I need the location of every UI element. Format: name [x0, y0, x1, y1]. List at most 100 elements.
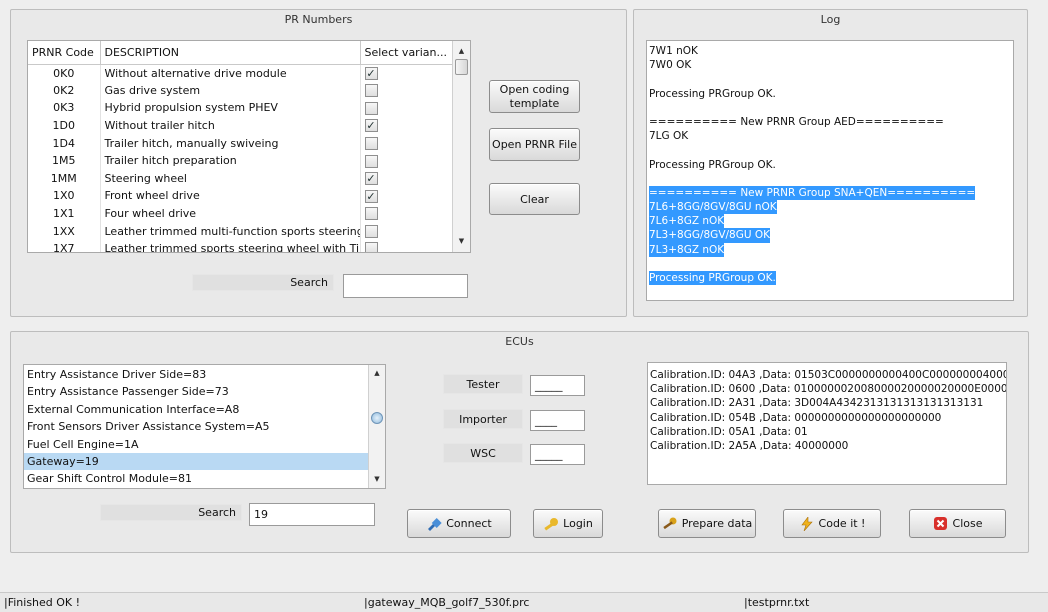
- variant-checkbox[interactable]: [364, 207, 378, 221]
- ecu-list-item[interactable]: External Communication Interface=A8: [24, 401, 369, 418]
- variant-checkbox[interactable]: [364, 242, 378, 252]
- ecus-title: ECUs: [505, 335, 534, 348]
- pr-select-cell: [360, 151, 453, 170]
- pr-table-row[interactable]: 0K3 Hybrid propulsion system PHEV: [28, 99, 453, 117]
- variant-checkbox[interactable]: [364, 154, 378, 168]
- login-button[interactable]: Login: [533, 509, 603, 538]
- connect-label: Connect: [446, 517, 492, 530]
- variant-checkbox[interactable]: [364, 136, 378, 150]
- variant-checkbox[interactable]: ✓: [364, 119, 378, 133]
- pr-table-scrollbar[interactable]: ▲ ▼: [452, 41, 470, 252]
- pr-code-cell: 0K0: [28, 64, 101, 82]
- pr-table-row[interactable]: 1X1 Four wheel drive: [28, 204, 453, 223]
- variant-checkbox[interactable]: [364, 224, 378, 238]
- scroll-thumb[interactable]: [455, 59, 468, 75]
- tester-input[interactable]: _____: [530, 375, 585, 396]
- pr-select-cell: [360, 239, 453, 252]
- ecu-search-input[interactable]: 19: [249, 503, 375, 526]
- log-line: 7L3+8GZ nOK: [647, 242, 1013, 257]
- pr-code-cell: 1X1: [28, 204, 101, 223]
- column-header-description[interactable]: DESCRIPTION: [100, 41, 361, 65]
- log-line: 7L6+8GG/8GV/8GU nOK: [647, 200, 1013, 215]
- code-it-button[interactable]: Code it !: [783, 509, 881, 538]
- pr-table-row[interactable]: 1XX Leather trimmed multi-function sports…: [28, 222, 453, 240]
- importer-input[interactable]: ____: [530, 410, 585, 431]
- calibration-text-area[interactable]: Calibration.ID: 04A3 ,Data: 01503C000000…: [647, 362, 1007, 485]
- prepare-data-button[interactable]: Prepare data: [658, 509, 756, 538]
- pr-code-cell: 1X7: [28, 239, 101, 252]
- pr-select-cell: [360, 134, 453, 152]
- calibration-line: Calibration.ID: 2A31 ,Data: 3D004A434231…: [650, 397, 984, 410]
- pr-description-cell: Trailer hitch, manually swiveing: [100, 134, 361, 152]
- close-label: Close: [952, 517, 983, 530]
- scroll-down-arrow-icon[interactable]: ▼: [453, 237, 470, 245]
- ecu-list-item[interactable]: Entry Assistance Driver Side=83: [24, 366, 369, 383]
- log-line-text: Processing PRGroup OK.: [649, 87, 776, 100]
- pr-table-row[interactable]: 0K2 Gas drive system: [28, 81, 453, 100]
- login-label: Login: [563, 517, 593, 530]
- variant-checkbox[interactable]: [364, 84, 378, 98]
- ecu-list-item[interactable]: Entry Assistance Passenger Side=73: [24, 383, 369, 400]
- ecu-scroll-down-arrow-icon[interactable]: ▼: [369, 475, 385, 483]
- log-line: Processing PRGroup OK.: [647, 271, 1013, 286]
- tester-label-box: Tester: [443, 374, 523, 394]
- pr-table-row[interactable]: 0K0 Without alternative drive module ✓: [28, 64, 453, 82]
- pr-code-cell: 1M5: [28, 151, 101, 170]
- pr-select-cell: [360, 81, 453, 100]
- log-line-text: Processing PRGroup OK.: [649, 158, 776, 171]
- calibration-line: Calibration.ID: 2A5A ,Data: 40000000: [650, 439, 849, 452]
- importer-label-box: Importer: [443, 409, 523, 429]
- pr-table-row[interactable]: 1X7 Leather trimmed sports steering wheel…: [28, 239, 453, 252]
- pr-table-row[interactable]: 1D4 Trailer hitch, manually swiveing: [28, 134, 453, 152]
- pr-code-cell: 1D0: [28, 116, 101, 135]
- variant-checkbox[interactable]: ✓: [364, 66, 378, 80]
- pr-table: PRNR Code DESCRIPTION Select varian... 0…: [27, 40, 471, 253]
- variant-checkbox[interactable]: ✓: [364, 189, 378, 203]
- ecu-list[interactable]: Entry Assistance Driver Side=83 Entry Ass…: [23, 364, 386, 489]
- pr-code-cell: 1MM: [28, 169, 101, 188]
- pr-description-cell: Leather trimmed multi-function sports st…: [100, 222, 361, 240]
- close-button[interactable]: Close: [909, 509, 1006, 538]
- log-line-text: 7W1 nOK: [649, 45, 698, 57]
- variant-checkbox[interactable]: [364, 101, 378, 115]
- ecu-list-item[interactable]: Fuel Cell Engine=1A: [24, 436, 369, 453]
- column-header-select[interactable]: Select varian...: [360, 41, 453, 65]
- pr-table-row[interactable]: 1D0 Without trailer hitch ✓: [28, 116, 453, 135]
- pr-search-input[interactable]: [343, 274, 468, 298]
- clear-button[interactable]: Clear: [489, 183, 580, 215]
- connect-button[interactable]: Connect: [407, 509, 511, 538]
- log-text-area[interactable]: 7W1 nOK 7W0 OK Processing PRGroup OK. =====…: [646, 40, 1014, 301]
- log-line-text: 7W0 OK: [649, 59, 692, 72]
- ecu-list-scrollbar[interactable]: ▲ ▼: [368, 365, 385, 488]
- variant-checkbox[interactable]: ✓: [364, 172, 378, 186]
- ecu-scroll-up-arrow-icon[interactable]: ▲: [369, 369, 385, 377]
- pr-search-label: Search: [290, 276, 328, 289]
- status-file-prc: |gateway_MQB_golf7_530f.prc: [364, 596, 530, 609]
- log-line-text: 7L6+8GZ nOK: [649, 214, 725, 229]
- ecu-scroll-thumb[interactable]: [371, 412, 383, 424]
- prepare-data-label: Prepare data: [681, 517, 753, 530]
- ecu-list-item[interactable]: Front Sensors Driver Assistance System=A…: [24, 418, 369, 435]
- open-coding-template-button[interactable]: Open coding template: [489, 80, 580, 113]
- code-it-label: Code it !: [818, 517, 866, 530]
- ecu-list-item[interactable]: Gear Shift Control Module=81: [24, 470, 369, 487]
- column-header-code[interactable]: PRNR Code: [28, 41, 101, 65]
- pr-description-cell: Without alternative drive module: [100, 64, 361, 82]
- log-line: 7W0 OK: [647, 58, 1013, 72]
- log-line-text: 7L3+8GZ nOK: [649, 242, 725, 257]
- pr-table-row[interactable]: 1MM Steering wheel ✓: [28, 169, 453, 188]
- wsc-input[interactable]: _____: [530, 444, 585, 465]
- ecu-list-item[interactable]: Gateway=19: [24, 452, 369, 471]
- log-line-text: ========== New PRNR Group AED==========: [649, 115, 944, 128]
- ecus-panel: ECUs Entry Assistance Driver Side=83 Entr…: [10, 331, 1029, 553]
- key-icon: [544, 517, 559, 531]
- pr-table-header: PRNR Code DESCRIPTION Select varian...: [28, 41, 453, 65]
- pr-table-row[interactable]: 1M5 Trailer hitch preparation: [28, 151, 453, 170]
- pr-table-row[interactable]: 1X0 Front wheel drive ✓: [28, 187, 453, 205]
- pr-description-cell: Hybrid propulsion system PHEV: [100, 99, 361, 117]
- open-prnr-file-button[interactable]: Open PRNR File: [489, 128, 580, 161]
- scroll-up-arrow-icon[interactable]: ▲: [453, 47, 470, 55]
- pr-code-cell: 0K3: [28, 99, 101, 117]
